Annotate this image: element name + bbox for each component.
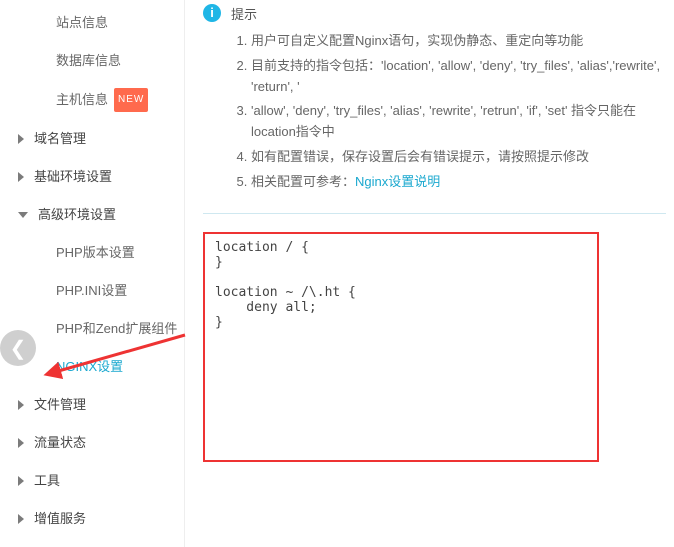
label: PHP版本设置	[56, 242, 135, 264]
label: 流量状态	[34, 432, 86, 454]
tip-title: 提示	[231, 4, 666, 23]
tip-line: 如有配置错误，保存设置后会有错误提示，请按照提示修改	[251, 147, 666, 168]
sidebar-item-tools[interactable]: 工具	[0, 462, 184, 500]
sidebar-item-php-ini[interactable]: PHP.INI设置	[0, 272, 184, 310]
sidebar-item-php-version[interactable]: PHP版本设置	[0, 234, 184, 272]
chevron-right-icon	[18, 134, 24, 144]
sidebar-item-basic-env[interactable]: 基础环境设置	[0, 158, 184, 196]
label: PHP.INI设置	[56, 280, 127, 302]
chevron-right-icon	[18, 400, 24, 410]
label: 数据库信息	[56, 50, 121, 72]
info-icon: i	[203, 4, 221, 22]
label: 文件管理	[34, 394, 86, 416]
content: i 提示 用户可自定义配置Nginx语句，实现伪静态、重定向等功能 目前支持的指…	[185, 0, 674, 547]
chevron-right-icon	[18, 172, 24, 182]
sidebar: 站点信息 数据库信息 主机信息 NEW 域名管理 基础环境设置 高级环境设置 PH…	[0, 0, 185, 547]
sidebar-item-traffic-status[interactable]: 流量状态	[0, 424, 184, 462]
sidebar-item-advanced-env[interactable]: 高级环境设置	[0, 196, 184, 234]
label: 工具	[34, 470, 60, 492]
chevron-left-icon: ❮	[10, 336, 27, 361]
tip-list: 用户可自定义配置Nginx语句，实现伪静态、重定向等功能 目前支持的指令包括：'…	[231, 31, 666, 193]
label: 增值服务	[34, 508, 86, 530]
chevron-down-icon	[18, 212, 28, 218]
sidebar-item-site-info[interactable]: 站点信息	[0, 4, 184, 42]
tip-line: 'allow', 'deny', 'try_files', 'alias', '…	[251, 101, 666, 143]
sidebar-item-file-mgmt[interactable]: 文件管理	[0, 386, 184, 424]
chevron-right-icon	[18, 438, 24, 448]
new-badge: NEW	[114, 88, 148, 112]
label: PHP和Zend扩展组件	[56, 318, 177, 340]
chevron-right-icon	[18, 476, 24, 486]
scroll-left-button[interactable]: ❮	[0, 330, 36, 366]
label: 站点信息	[56, 12, 108, 34]
chevron-right-icon	[18, 514, 24, 524]
label: 高级环境设置	[38, 204, 116, 226]
label: 主机信息	[56, 89, 108, 111]
tip-box: i 提示 用户可自定义配置Nginx语句，实现伪静态、重定向等功能 目前支持的指…	[203, 4, 666, 214]
sidebar-item-domain-mgmt[interactable]: 域名管理	[0, 120, 184, 158]
tip-line: 相关配置可参考：Nginx设置说明	[251, 172, 666, 193]
tip-line: 用户可自定义配置Nginx语句，实现伪静态、重定向等功能	[251, 31, 666, 52]
nginx-config-editor[interactable]: location / { } location ~ /\.ht { deny a…	[203, 232, 599, 462]
tip-line: 目前支持的指令包括：'location', 'allow', 'deny', '…	[251, 56, 666, 98]
sidebar-item-database-info[interactable]: 数据库信息	[0, 42, 184, 80]
label: 域名管理	[34, 128, 86, 150]
label: NGINX设置	[56, 356, 123, 378]
nginx-doc-link[interactable]: Nginx设置说明	[355, 174, 440, 189]
sidebar-item-value-added[interactable]: 增值服务	[0, 500, 184, 538]
sidebar-item-host-info[interactable]: 主机信息 NEW	[0, 80, 184, 120]
label: 基础环境设置	[34, 166, 112, 188]
